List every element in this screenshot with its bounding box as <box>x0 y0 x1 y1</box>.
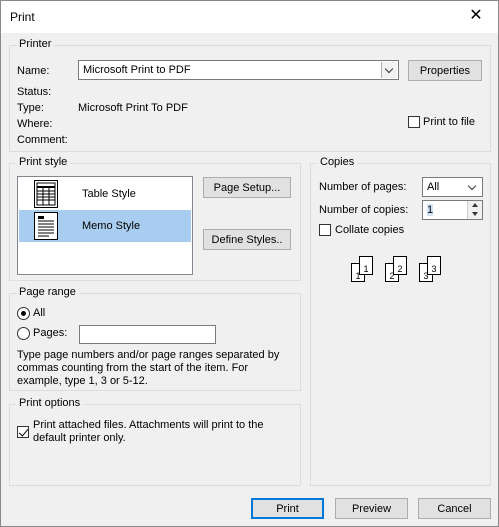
page-range-all-radio[interactable] <box>17 307 30 320</box>
title-bar[interactable]: Print ✕ <box>1 1 498 33</box>
number-of-pages-value: All <box>427 181 440 193</box>
number-of-copies-label: Number of copies: <box>319 204 409 216</box>
print-attached-label[interactable]: Print attached files. Attachments will p… <box>33 419 295 445</box>
table-style-icon <box>34 180 58 208</box>
collate-page: 1 <box>359 256 373 275</box>
page-range-help-text: Type page numbers and/or page ranges sep… <box>17 349 280 387</box>
comment-label: Comment: <box>17 134 68 146</box>
list-item-label: Table Style <box>82 188 136 200</box>
print-attached-checkbox[interactable] <box>17 426 29 438</box>
printer-name-value: Microsoft Print to PDF <box>83 64 191 76</box>
spin-down-button[interactable] <box>467 210 482 219</box>
pages-input[interactable] <box>79 325 216 344</box>
list-item-table-style[interactable]: Table Style <box>19 178 191 210</box>
spin-up-button[interactable] <box>467 201 482 210</box>
status-label: Status: <box>17 86 52 98</box>
print-dialog: Print ✕ Printer Name: Microsoft Print to… <box>0 0 499 527</box>
memo-style-icon <box>34 212 58 240</box>
chevron-down-icon[interactable] <box>465 179 481 195</box>
page-range-pages-label[interactable]: Pages: <box>33 327 67 339</box>
print-options-group-label: Print options <box>16 397 84 409</box>
type-label: Type: <box>17 102 44 114</box>
where-label: Where: <box>17 118 53 130</box>
define-styles-button[interactable]: Define Styles.. <box>203 229 291 250</box>
page-range-group-label: Page range <box>16 286 79 298</box>
printer-name-select[interactable]: Microsoft Print to PDF <box>78 60 399 80</box>
collate-illustration: 1 1 2 2 3 3 <box>351 256 451 288</box>
print-button[interactable]: Print <box>251 498 324 519</box>
cancel-button[interactable]: Cancel <box>418 498 491 519</box>
number-of-pages-label: Number of pages: <box>319 181 407 193</box>
number-of-copies-input[interactable]: 1 <box>422 200 483 220</box>
collate-copies-checkbox[interactable] <box>319 224 331 236</box>
properties-button[interactable]: Properties <box>408 60 482 81</box>
preview-button[interactable]: Preview <box>335 498 408 519</box>
printer-group-label: Printer <box>16 38 55 50</box>
print-to-file-checkbox[interactable] <box>408 116 420 128</box>
number-of-copies-value: 1 <box>427 204 434 216</box>
list-item-memo-style[interactable]: Memo Style <box>19 210 191 242</box>
collate-copies-label[interactable]: Collate copies <box>335 224 404 236</box>
page-range-all-label[interactable]: All <box>33 307 45 319</box>
chevron-down-icon[interactable] <box>381 62 397 78</box>
window-title: Print <box>10 10 35 24</box>
list-item-label: Memo Style <box>82 220 141 232</box>
print-style-group-label: Print style <box>16 156 71 168</box>
collate-page: 3 <box>427 256 441 275</box>
print-style-list[interactable]: Table Style Memo Style <box>17 176 193 275</box>
number-of-pages-select[interactable]: All <box>422 177 483 197</box>
printer-name-label: Name: <box>17 65 50 77</box>
print-options-group: Print options <box>9 397 301 486</box>
copies-group-label: Copies <box>317 156 358 168</box>
page-setup-button[interactable]: Page Setup... <box>203 177 291 198</box>
print-to-file-label[interactable]: Print to file <box>423 116 475 128</box>
close-icon[interactable]: ✕ <box>456 1 496 31</box>
collate-page: 2 <box>393 256 407 275</box>
page-range-pages-radio[interactable] <box>17 327 30 340</box>
type-value: Microsoft Print To PDF <box>78 102 188 114</box>
